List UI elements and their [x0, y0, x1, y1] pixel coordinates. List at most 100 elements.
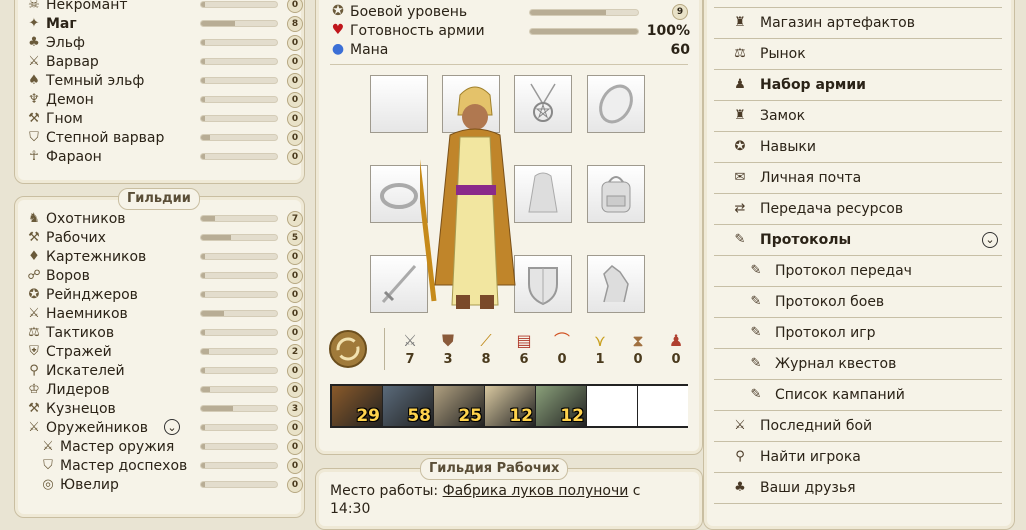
hero-counter[interactable]: ⛊ 3 [433, 330, 463, 368]
nav-item[interactable]: ♜ Магазин артефактов [714, 8, 1002, 39]
nav-item[interactable]: ✎ Список кампаний [714, 380, 1002, 411]
slot-backpack[interactable] [587, 165, 645, 223]
army-slot-empty-2[interactable] [638, 386, 688, 426]
hero-counter[interactable]: ⋎ 1 [585, 330, 615, 368]
list-item[interactable]: ⚔ Наемников 0 [14, 305, 303, 324]
slot-mirror[interactable] [587, 75, 645, 133]
hero-counter[interactable]: ⟋ 8 [471, 330, 501, 368]
level-badge: 0 [287, 287, 303, 303]
level-badge: 0 [287, 130, 303, 146]
progress-fill [201, 349, 209, 354]
list-item[interactable]: ⚔ Оружейников 0 ⌄ [14, 419, 303, 438]
shield-icon: ⛊ [441, 331, 454, 350]
thieves-guild-icon: ☍ [27, 268, 41, 283]
list-item[interactable]: ⚲ Искателей 0 [14, 362, 303, 381]
nav-item-label: Личная почта [760, 170, 862, 186]
hero-counter[interactable]: ⌒ 0 [547, 330, 577, 368]
army-unit-1[interactable]: 29 [332, 386, 382, 426]
nav-item[interactable]: ⚔ Последний бой [714, 411, 1002, 442]
army-slot-empty-1[interactable] [587, 386, 637, 426]
list-item[interactable]: ♞ Охотников 7 [14, 210, 303, 229]
elf-icon: ♣ [28, 35, 40, 50]
nav-item[interactable]: ✎ Протоколы ⌄ [714, 225, 1002, 256]
hero-counter[interactable]: ♟ 0 [661, 330, 691, 368]
progress-fill [201, 273, 205, 278]
refresh-button[interactable] [329, 330, 367, 368]
dwarf-icon: ⚒ [28, 111, 40, 126]
level-badge: 3 [287, 401, 303, 417]
nav-item-label: Список кампаний [775, 387, 905, 403]
nav-item[interactable]: ♣ Ваши друзья [714, 473, 1002, 504]
nav-item[interactable]: ⚲ Найти игрока [714, 442, 1002, 473]
list-item[interactable]: ⛉ Степной варвар 0 [14, 129, 303, 148]
workplace-time: 14:30 [330, 501, 371, 517]
list-item[interactable]: ⚒ Рабочих 5 [14, 229, 303, 248]
nav-item-label: Протоколы [760, 232, 852, 248]
nav-item[interactable]: ✎ Протокол игр [714, 318, 1002, 349]
chevron-down-icon[interactable]: ⌄ [982, 232, 998, 248]
list-item[interactable]: ☠ Некромант 0 [14, 0, 303, 15]
hero-counter[interactable]: ⧗ 0 [623, 330, 653, 368]
list-item[interactable]: ⚔ Мастер оружия 0 [14, 438, 303, 457]
hero-counter[interactable]: ▤ 6 [509, 330, 539, 368]
nav-item[interactable]: ✎ Протокол передач [714, 256, 1002, 287]
list-item[interactable]: ♔ Лидеров 0 [14, 381, 303, 400]
army-unit-4[interactable]: 12 [485, 386, 535, 426]
ring-icon [380, 183, 418, 209]
progress-fill [201, 292, 205, 297]
progress-bar [200, 462, 278, 469]
nav-item[interactable]: ⚖ Рынок [714, 39, 1002, 70]
list-item[interactable]: ◎ Ювелир 0 [14, 476, 303, 495]
nav-item[interactable]: ✎ Журнал квестов [714, 349, 1002, 380]
list-item[interactable]: ✦ Маг 8 [14, 15, 303, 34]
workplace-link[interactable]: Фабрика луков полуночи [443, 483, 629, 499]
slot-horse[interactable] [587, 255, 645, 313]
nav-item[interactable]: ⇄ Передача ресурсов [714, 194, 1002, 225]
expand-icon[interactable]: ⌄ [164, 419, 180, 435]
workers-guild-icon: ⚒ [28, 230, 40, 245]
progress-bar [200, 348, 278, 355]
list-item[interactable]: ⚔ Варвар 0 [14, 53, 303, 72]
list-item[interactable]: ☥ Фараон 0 [14, 148, 303, 167]
list-item[interactable]: ♣ Эльф 0 [14, 34, 303, 53]
list-item[interactable]: ⚒ Гном 0 [14, 110, 303, 129]
level-badge: 0 [287, 92, 303, 108]
list-item-label: Демон [46, 92, 94, 108]
list-item[interactable]: ⚒ Кузнецов 3 [14, 400, 303, 419]
mana-icon: ● [331, 41, 345, 57]
list-item[interactable]: ⛨ Стражей 2 [14, 343, 303, 362]
progress-fill [201, 21, 236, 26]
nav-item[interactable]: ✉ Личная почта [714, 163, 1002, 194]
progress-fill [201, 254, 205, 259]
level-badge: 0 [287, 73, 303, 89]
unit-count: 12 [509, 406, 533, 426]
nav-item[interactable]: ✪ Навыки [714, 132, 1002, 163]
army-readiness-icon: ♥ [331, 22, 345, 38]
workplace-label: Место работы: [330, 483, 439, 499]
list-item[interactable]: ♦ Картежников 0 [14, 248, 303, 267]
army-unit-3[interactable]: 25 [434, 386, 484, 426]
hero-counter[interactable]: ⚔ 7 [395, 330, 425, 368]
progress-bar [200, 481, 278, 488]
list-item[interactable]: ⛉ Мастер доспехов 0 [14, 457, 303, 476]
progress-fill [201, 135, 211, 140]
list-item[interactable]: ☍ Воров 0 [14, 267, 303, 286]
nav-item[interactable]: ✎ Протокол боев [714, 287, 1002, 318]
list-item-label: Искателей [46, 363, 125, 379]
list-item[interactable]: ⚖ Тактиков 0 [14, 324, 303, 343]
nav-item[interactable]: ♟ Набор армии [714, 70, 1002, 101]
list-item[interactable]: ♠ Темный эльф 0 [14, 72, 303, 91]
list-item[interactable]: ✪ Рейнджеров 0 [14, 286, 303, 305]
nav-item[interactable]: ♜ Замок [714, 101, 1002, 132]
find-player-icon: ⚲ [735, 449, 745, 464]
level-badge: 9 [672, 4, 688, 20]
list-item-label: Охотников [46, 211, 126, 227]
counter-value: 0 [633, 352, 643, 367]
spellbook-icon: ▤ [516, 331, 532, 350]
army-unit-5[interactable]: 12 [536, 386, 586, 426]
army-unit-2[interactable]: 58 [383, 386, 433, 426]
progress-bar [200, 58, 278, 65]
list-item[interactable]: ♆ Демон 0 [14, 91, 303, 110]
transfer-log-icon: ✎ [750, 263, 762, 278]
jeweler-icon: ◎ [42, 477, 54, 492]
